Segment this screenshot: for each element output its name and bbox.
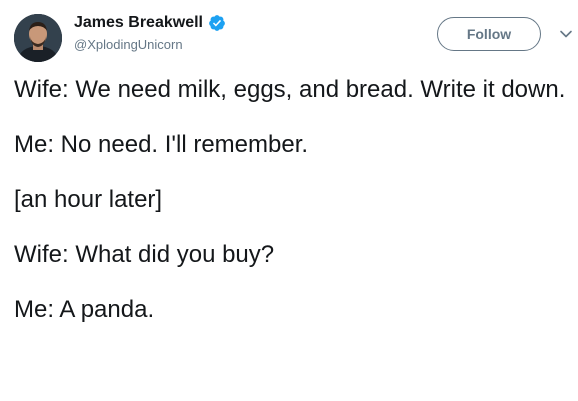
avatar[interactable] [14,14,62,62]
tweet-line: [an hour later] [14,186,163,213]
avatar-image [14,14,62,62]
verified-badge-icon [209,15,225,31]
tweet-line: Wife: We need milk, eggs, and bread. Wri… [14,76,566,103]
chevron-down-icon[interactable] [559,27,573,41]
tweet-text: Wife: We need milk, eggs, and bread. Wri… [14,76,569,324]
author-display-name[interactable]: James Breakwell [74,14,203,32]
tweet-card: James Breakwell @XplodingUnicorn Follow … [0,0,578,401]
tweet-line: Me: A panda. [14,296,155,323]
tweet-line: Wife: What did you buy? [14,241,275,268]
author-name-row: James Breakwell [74,14,226,32]
follow-button[interactable]: Follow [437,17,541,51]
author-handle[interactable]: @XplodingUnicorn [74,37,183,52]
tweet-line: Me: No need. I'll remember. [14,131,309,158]
